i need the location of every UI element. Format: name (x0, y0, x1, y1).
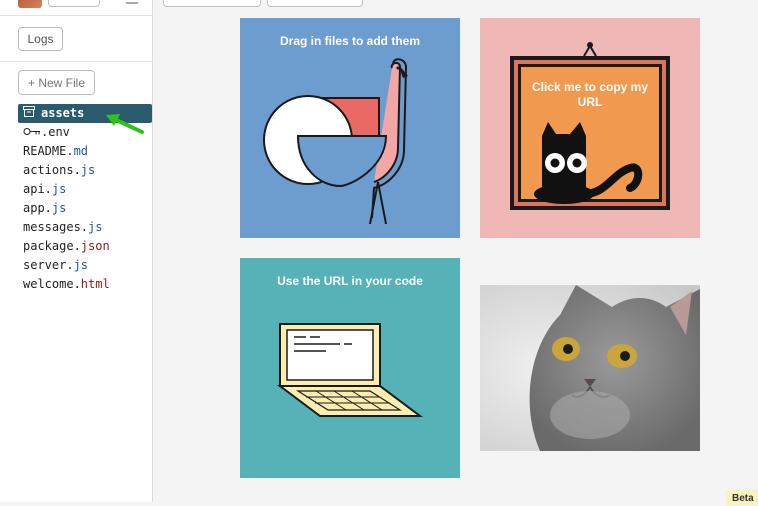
use-url-tile[interactable]: Use the URL in your code (240, 258, 460, 478)
file-name: actions. (23, 163, 81, 177)
file-name: assets (41, 106, 85, 120)
file-ext: html (80, 277, 110, 291)
drag-files-tile[interactable]: Drag in files to add them (240, 18, 460, 238)
file-name: package. (23, 239, 81, 253)
sidebar: Logs + New File assets .env README.md ac… (0, 0, 153, 502)
file-name: .env (41, 125, 70, 139)
file-name: api. (23, 182, 52, 196)
menu-icon[interactable] (126, 0, 138, 4)
sidebar-divider (0, 61, 153, 62)
file-name: server. (23, 258, 74, 272)
file-item-welcome[interactable]: welcome.html (18, 275, 152, 294)
file-name: welcome. (23, 277, 81, 291)
file-item-package[interactable]: package.json (18, 237, 152, 256)
file-name: messages. (23, 220, 89, 234)
file-item-app[interactable]: app.js (18, 199, 152, 218)
copy-url-tile[interactable]: Click me to copy my URL (480, 18, 700, 238)
file-item-server[interactable]: server.js (18, 256, 152, 275)
file-ext: js (51, 182, 67, 196)
toolbar-button-2[interactable] (267, 0, 363, 7)
project-menu-button[interactable] (48, 0, 100, 7)
file-ext: json (80, 239, 110, 253)
flamingo-illustration-icon (263, 58, 408, 225)
file-item-actions[interactable]: actions.js (18, 161, 152, 180)
file-ext: js (80, 163, 96, 177)
assets-panel: Drag in files to add them Click me to co… (153, 0, 758, 502)
file-item-messages[interactable]: messages.js (18, 218, 152, 237)
archive-icon (23, 104, 37, 123)
avatar[interactable] (18, 0, 42, 8)
framed-cat-illustration-icon (510, 42, 670, 210)
green-arrow-icon (106, 114, 144, 134)
file-ext: js (51, 201, 67, 215)
file-name: app. (23, 201, 52, 215)
new-file-button[interactable]: + New File (18, 70, 95, 95)
toolbar-button-1[interactable] (163, 0, 261, 7)
beta-badge: Beta (726, 490, 758, 506)
file-item-api[interactable]: api.js (18, 180, 152, 199)
file-name: README. (23, 144, 74, 158)
cat-photo-icon (480, 285, 700, 451)
file-ext: js (88, 220, 103, 234)
laptop-illustration-icon (277, 323, 423, 417)
file-ext: md (73, 144, 89, 158)
file-ext: js (73, 258, 89, 272)
logs-button[interactable]: Logs (18, 27, 63, 51)
file-item-readme[interactable]: README.md (18, 142, 152, 161)
cat-photo-image[interactable] (480, 285, 700, 451)
sidebar-top-strip (0, 0, 153, 16)
tile-title: Click me to copy my URL (531, 80, 649, 109)
key-icon (23, 123, 40, 142)
